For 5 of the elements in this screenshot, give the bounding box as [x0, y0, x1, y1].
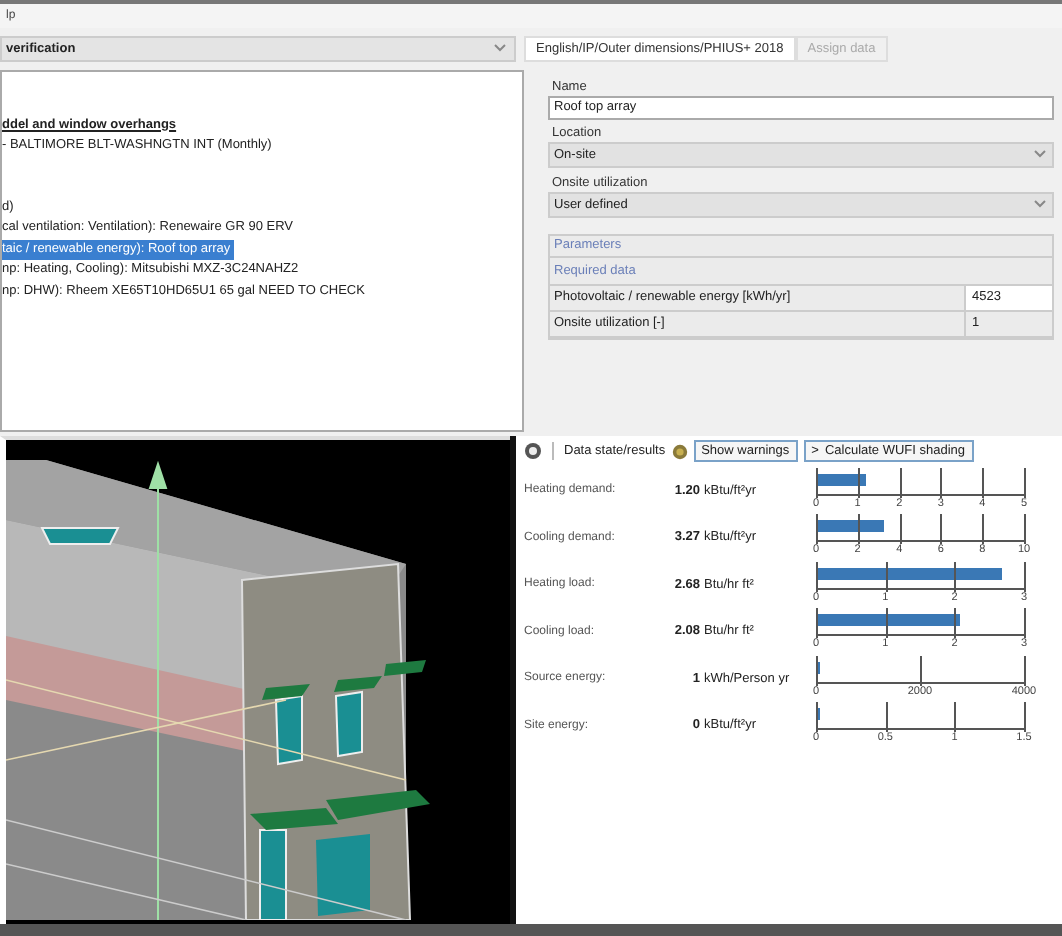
caret-icon: [1034, 150, 1046, 159]
caret-icon: [494, 44, 506, 53]
caret-icon: [1034, 200, 1046, 209]
status-icon: [671, 443, 688, 460]
refresh-icon[interactable]: [524, 442, 542, 461]
